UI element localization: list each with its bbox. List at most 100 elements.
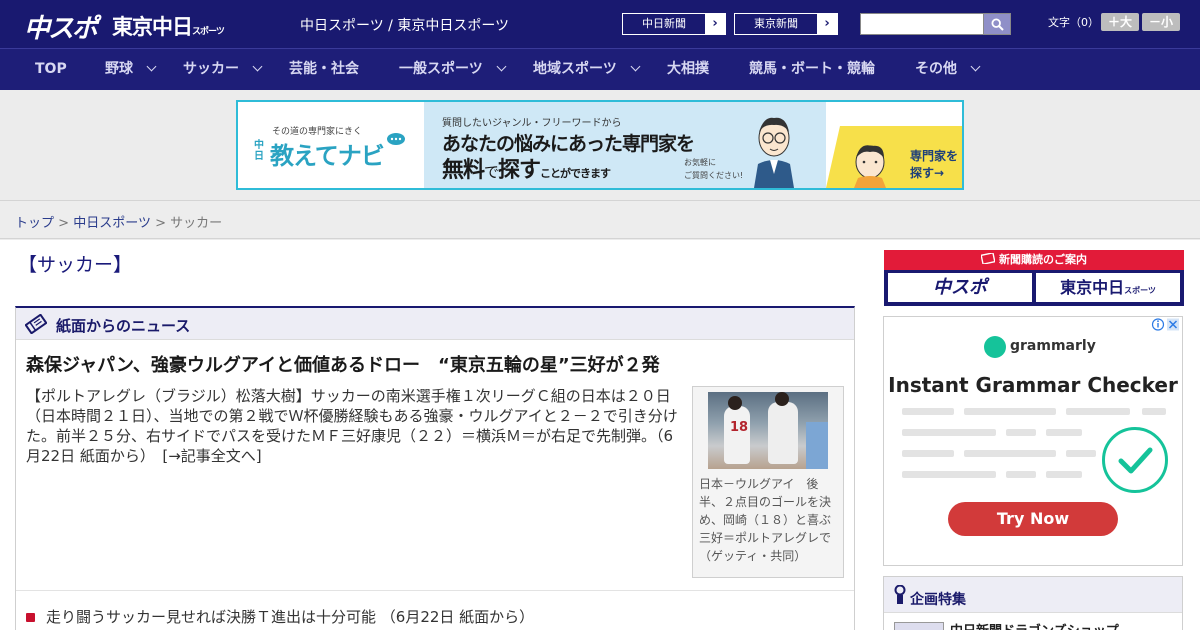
breadcrumb-current: サッカー — [170, 216, 223, 231]
nav-item-other[interactable]: その他 — [915, 49, 981, 91]
expert-illustration — [754, 117, 794, 188]
chunichi-shimbun-link[interactable]: 中日新聞 › — [622, 13, 726, 35]
nav-label: 大相撲 — [667, 61, 709, 77]
feature-item[interactable]: 中日新聞ドラゴンズショップ — [950, 620, 1119, 630]
nav-label: 地域スポーツ — [533, 61, 617, 77]
main-content: 【サッカー】 紙面からのニュース 森保ジャパン、強豪ウルグアイと価値あるドロー … — [0, 240, 1200, 630]
tokyo-shimbun-label: 東京新聞 — [754, 17, 798, 30]
nav-item-racing[interactable]: 競馬・ボート・競輪 — [749, 49, 875, 91]
article-photo[interactable]: 18 — [708, 392, 828, 469]
breadcrumb-chunichi-sports[interactable]: 中日スポーツ — [73, 216, 151, 231]
chunichi-shimbun-label: 中日新聞 — [642, 17, 686, 30]
chevron-down-icon — [252, 61, 263, 72]
feature-header: 企画特集 — [884, 577, 1182, 613]
ad-text-line — [1006, 429, 1036, 436]
section-header: 紙面からのニュース — [16, 308, 854, 340]
tokyo-logo-text: 東京中日 — [112, 15, 193, 39]
article-headline[interactable]: 森保ジャパン、強豪ウルグアイと価値あるドロー “東京五輪の星”三好が２発 — [26, 351, 660, 377]
feature-thumbnail[interactable] — [894, 622, 944, 630]
nav-item-top[interactable]: TOP — [35, 49, 67, 91]
feature-section: 企画特集 中日新聞ドラゴンズショップ — [883, 576, 1183, 630]
page-title: 【サッカー】 — [18, 254, 133, 276]
banner-can: ことができます — [540, 167, 611, 180]
nav-item-baseball[interactable]: 野球 — [105, 49, 157, 91]
search-icon — [991, 18, 1004, 31]
banner-left-panel: その道の専門家にきく 中日 教えてナビ — [238, 102, 424, 188]
ad-text-line — [902, 408, 954, 415]
nav-label: 一般スポーツ — [399, 61, 483, 77]
banner-note-1: お気軽に — [684, 158, 716, 167]
nav-item-sumo[interactable]: 大相撲 — [667, 49, 709, 91]
font-smaller-button[interactable]: －小 — [1142, 13, 1180, 31]
nav-label: 野球 — [105, 61, 133, 77]
subscription-box: 新聞購読のご案内 中スポ 東京中日スポーツ — [884, 250, 1184, 306]
nav-item-general-sports[interactable]: 一般スポーツ — [399, 49, 507, 91]
ad-text-line — [1142, 408, 1166, 415]
player-head — [775, 392, 789, 406]
article-summary: 【ポルトアレグレ（ブラジル）松落大樹】サッカーの南米選手権１次リーグＣ組の日本は… — [26, 387, 678, 465]
chevron-right-icon: › — [705, 14, 725, 34]
font-larger-button[interactable]: ＋大 — [1101, 13, 1139, 31]
nav-label: TOP — [35, 61, 67, 77]
speech-bubble-icon — [387, 133, 405, 145]
ad-text-line — [1066, 408, 1130, 415]
ad-text-line — [964, 450, 1056, 457]
ad-text-line — [1006, 471, 1036, 478]
section-title: 紙面からのニュース — [56, 317, 191, 335]
bullet-icon — [26, 613, 35, 622]
photo-caption: 日本－ウルグアイ 後半、２点目のゴールを決め、岡崎（１８）と喜ぶ三好＝ポルトアレ… — [699, 477, 832, 563]
player-head — [728, 396, 742, 410]
banner-free: 無料 — [442, 158, 485, 183]
chevron-down-icon — [630, 61, 641, 72]
subscribe-tokyo-text: 東京中日 — [1060, 278, 1125, 297]
subscribe-tokyo-small: スポーツ — [1124, 286, 1156, 295]
subscribe-chuspo-button[interactable]: 中スポ — [888, 273, 1032, 302]
site-title: 中日スポーツ / 東京中日スポーツ — [300, 18, 510, 34]
main-nav: TOP 野球 サッカー 芸能・社会 一般スポーツ 地域スポーツ 大相撲 競馬・ボ… — [0, 48, 1200, 90]
banner-note: お気軽にご質問ください! — [684, 156, 743, 182]
tokyo-logo-small: スポーツ — [192, 27, 225, 37]
news-link-text: 走り闘うサッカー見せれば決勝Ｔ進出は十分可能 （6月22日 紙面から） — [46, 608, 535, 626]
player-figure: 18 — [724, 406, 750, 464]
subscription-title[interactable]: 新聞購読のご案内 — [884, 250, 1184, 270]
ad-text-line — [1066, 450, 1096, 457]
tokyo-shimbun-link[interactable]: 東京新聞 › — [734, 13, 838, 35]
feature-title: 企画特集 — [910, 592, 966, 608]
ad-text-line — [902, 429, 996, 436]
player-figure — [768, 402, 798, 464]
nav-label: 競馬・ボート・競輪 — [749, 61, 875, 77]
search-input[interactable] — [860, 13, 984, 35]
banner-question: 質問したいジャンル・フリーワードから — [442, 118, 622, 129]
news-list-item[interactable]: 走り闘うサッカー見せれば決勝Ｔ進出は十分可能 （6月22日 紙面から） — [26, 606, 534, 627]
nav-label: 芸能・社会 — [289, 61, 359, 77]
ad-text-line — [1046, 429, 1082, 436]
nav-item-entertainment[interactable]: 芸能・社会 — [289, 49, 359, 91]
banner-mid-panel: 質問したいジャンル・フリーワードから あなたの悩みにあった専門家を 無料で探すこ… — [424, 102, 826, 188]
nav-item-soccer[interactable]: サッカー — [183, 49, 263, 91]
subscription-title-text: 新聞購読のご案内 — [999, 253, 1087, 266]
search-button[interactable] — [983, 13, 1011, 35]
grammarly-ad[interactable]: grammarly Instant Grammar Checker Try No… — [883, 316, 1183, 566]
checkmark-icon — [1102, 427, 1168, 493]
ad-cta-button[interactable]: Try Now — [948, 502, 1118, 536]
ad-brand: grammarly — [984, 336, 1096, 358]
subscribe-tokyo-button[interactable]: 東京中日スポーツ — [1036, 273, 1180, 302]
chevron-down-icon — [496, 61, 507, 72]
nav-item-local-sports[interactable]: 地域スポーツ — [533, 49, 641, 91]
tokyo-chunichi-logo[interactable]: 東京中日スポーツ — [112, 11, 225, 41]
breadcrumb-separator: > — [58, 216, 70, 231]
opponent-figure — [806, 422, 828, 469]
top-header: 中スポ 東京中日スポーツ 中日スポーツ / 東京中日スポーツ 中日新聞 › 東京… — [0, 0, 1200, 48]
banner-de: で — [484, 163, 499, 181]
newspaper-news-section: 紙面からのニュース 森保ジャパン、強豪ウルグアイと価値あるドロー “東京五輪の星… — [15, 306, 855, 630]
breadcrumb: トップ > 中日スポーツ > サッカー — [15, 212, 222, 231]
banner-cta-2: 探す→ — [910, 166, 945, 180]
chuspo-logo[interactable]: 中スポ — [24, 8, 98, 45]
divider — [16, 590, 854, 591]
banner-note-2: ご質問ください! — [684, 171, 744, 180]
oshiete-navi-banner[interactable]: その道の専門家にきく 中日 教えてナビ 質問したいジャンル・フリーワードから あ… — [236, 100, 964, 190]
adchoices-icon[interactable] — [1150, 317, 1182, 332]
breadcrumb-top[interactable]: トップ — [15, 216, 54, 231]
banner-logo-tag: 中日 — [254, 140, 264, 162]
ad-text-line — [902, 450, 954, 457]
